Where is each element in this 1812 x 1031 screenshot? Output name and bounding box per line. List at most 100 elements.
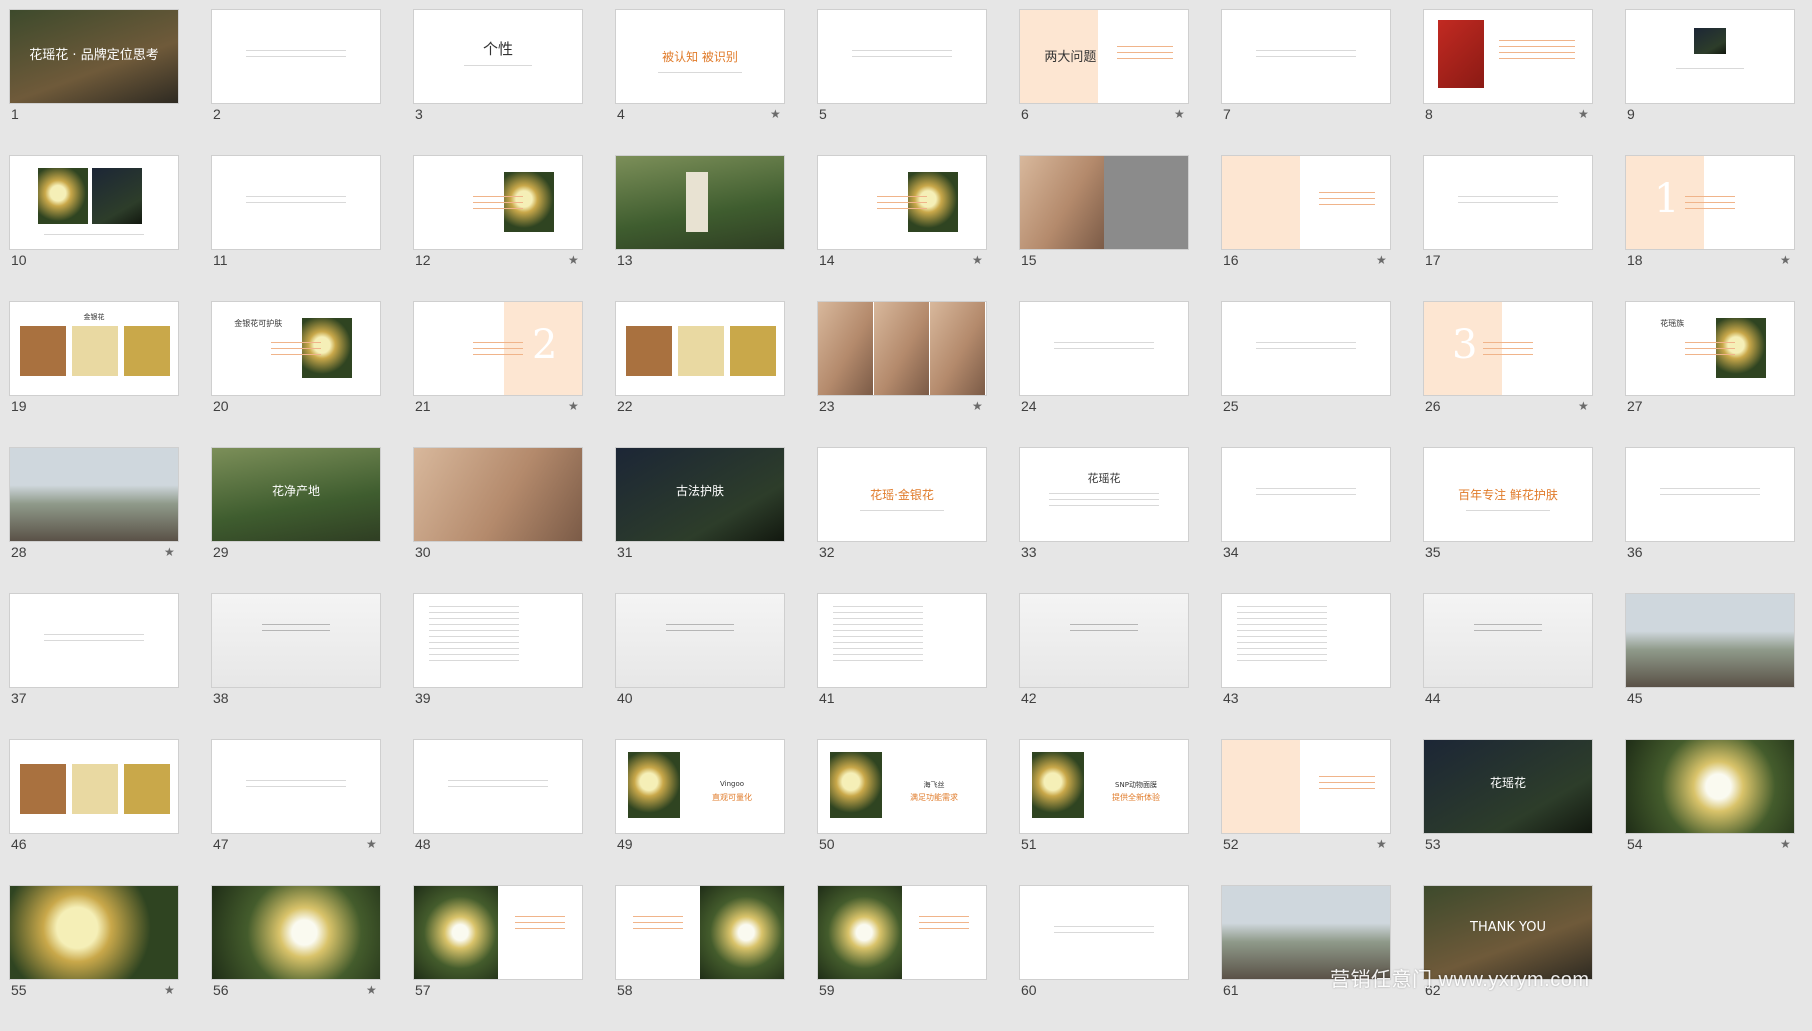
slide-thumbnail[interactable]	[1221, 301, 1391, 396]
slide-title: 花瑶花	[1489, 776, 1526, 790]
slide-number: 11	[213, 252, 228, 268]
slide-thumbnail[interactable]	[413, 739, 583, 834]
slide-thumbnail[interactable]	[817, 301, 987, 396]
slide-thumbnail[interactable]	[615, 155, 785, 250]
slide-thumbnail[interactable]	[1625, 9, 1795, 104]
slide-thumbnail[interactable]: SNP动物面膜 提供全新体验	[1019, 739, 1189, 834]
slide-thumbnail[interactable]	[1221, 593, 1391, 688]
slide-thumbnail[interactable]: 花瑶花	[1019, 447, 1189, 542]
slide-thumbnail[interactable]: 花瑶花 · 品牌定位思考	[9, 9, 179, 104]
slide-number: 20	[213, 398, 229, 414]
slide-thumbnail[interactable]: 2	[413, 301, 583, 396]
slide-thumbnail[interactable]: 花净产地	[211, 447, 381, 542]
text-line	[666, 630, 734, 631]
slide-thumbnail[interactable]	[1423, 9, 1593, 104]
text-block	[498, 886, 582, 979]
slide-number: 10	[11, 252, 27, 268]
text-line	[1053, 926, 1155, 927]
slide-thumbnail[interactable]	[9, 885, 179, 980]
slide-cell: 30	[413, 447, 615, 593]
slide-thumbnail[interactable]	[1423, 155, 1593, 250]
slide-cell: 47 ★	[211, 739, 413, 885]
slide-sorter-grid: 花瑶花 · 品牌定位思考 1 2 个性 3 被认知 被识别 4 ★ 5 两大问题 6 ★ 7 8 ★ 9 10 1…	[0, 0, 1812, 1031]
slide-cell: 11	[211, 155, 413, 301]
slide-transition-star-icon: ★	[972, 253, 983, 267]
text-line	[1498, 52, 1576, 53]
slide-thumbnail[interactable]	[1019, 155, 1189, 250]
slide-photo	[20, 764, 66, 814]
slide-thumbnail[interactable]	[413, 593, 583, 688]
slide-thumbnail[interactable]: 金银花可护肤	[211, 301, 381, 396]
slide-thumbnail[interactable]	[211, 885, 381, 980]
slide-thumbnail[interactable]	[817, 593, 987, 688]
slide-thumbnail[interactable]	[1625, 593, 1795, 688]
text-line	[429, 612, 519, 613]
slide-thumbnail[interactable]	[1625, 739, 1795, 834]
slide-thumbnail[interactable]	[1221, 155, 1391, 250]
slide-thumbnail[interactable]	[413, 885, 583, 980]
text-line	[270, 354, 322, 355]
slide-thumbnail[interactable]: 金银花	[9, 301, 179, 396]
text-line	[1237, 606, 1327, 607]
slide-thumbnail[interactable]	[413, 155, 583, 250]
slide-cell: 花瑶花 33	[1019, 447, 1221, 593]
slide-thumbnail[interactable]: 3	[1423, 301, 1593, 396]
slide-thumbnail[interactable]	[615, 593, 785, 688]
slide-thumbnail[interactable]: 百年专注 鲜花护肤	[1423, 447, 1593, 542]
slide-thumbnail[interactable]	[817, 9, 987, 104]
text-line	[262, 630, 330, 631]
slide-thumbnail[interactable]	[211, 593, 381, 688]
slide-thumbnail[interactable]: 两大问题	[1019, 9, 1189, 104]
slide-thumbnail[interactable]	[1019, 593, 1189, 688]
slide-thumbnail[interactable]	[1423, 593, 1593, 688]
slide-transition-star-icon: ★	[568, 253, 579, 267]
slide-thumbnail[interactable]: 花瑶花	[1423, 739, 1593, 834]
slide-thumbnail[interactable]	[1019, 301, 1189, 396]
product-can-image	[1438, 20, 1484, 88]
slide-thumbnail[interactable]: 古法护肤	[615, 447, 785, 542]
slide-thumbnail[interactable]: 花瑶·金银花	[817, 447, 987, 542]
slide-thumbnail[interactable]: 个性	[413, 9, 583, 104]
slide-thumbnail[interactable]	[817, 155, 987, 250]
slide-number: 47	[213, 836, 229, 852]
slide-thumbnail[interactable]	[615, 301, 785, 396]
slide-thumbnail[interactable]	[1221, 739, 1391, 834]
slide-thumbnail[interactable]	[9, 593, 179, 688]
slide-cell: 14 ★	[817, 155, 1019, 301]
slide-thumbnail[interactable]	[9, 155, 179, 250]
slide-thumbnail[interactable]: Vingoo 直观可量化	[615, 739, 785, 834]
text-line	[1684, 354, 1736, 355]
slide-thumbnail[interactable]	[413, 447, 583, 542]
text-line	[245, 780, 347, 781]
slide-thumbnail[interactable]	[1221, 447, 1391, 542]
slide-thumbnail[interactable]: 被认知 被识别	[615, 9, 785, 104]
slide-photo	[818, 302, 873, 395]
slide-thumbnail[interactable]	[1019, 885, 1189, 980]
slide-cell: 45	[1625, 593, 1812, 739]
slide-thumbnail[interactable]	[9, 739, 179, 834]
text-line	[270, 342, 322, 343]
text-line	[514, 916, 566, 917]
illustration	[616, 594, 784, 687]
slide-thumbnail[interactable]	[615, 885, 785, 980]
slide-number: 21	[415, 398, 431, 414]
slide-transition-star-icon: ★	[366, 837, 377, 851]
text-block	[424, 594, 524, 687]
slide-thumbnail[interactable]	[211, 739, 381, 834]
slide-thumbnail[interactable]	[1221, 9, 1391, 104]
slide-thumbnail[interactable]	[211, 155, 381, 250]
slide-thumbnail[interactable]: 花瑶族	[1625, 301, 1795, 396]
slide-thumbnail[interactable]	[9, 447, 179, 542]
slide-cell: 古法护肤 31	[615, 447, 817, 593]
slide-thumbnail[interactable]: 海飞丝 满足功能需求	[817, 739, 987, 834]
slide-photo	[1626, 594, 1794, 687]
slide-title: 两大问题	[1044, 50, 1097, 65]
text-line	[1255, 56, 1357, 57]
slide-thumbnail[interactable]	[211, 9, 381, 104]
slide-thumbnail[interactable]	[817, 885, 987, 980]
slide-thumbnail[interactable]	[1625, 447, 1795, 542]
slide-number: 23	[819, 398, 835, 414]
slide-thumbnail[interactable]: 1	[1625, 155, 1795, 250]
product-tagline: 满足功能需求	[910, 793, 958, 802]
section-number: 1	[1654, 176, 1680, 222]
